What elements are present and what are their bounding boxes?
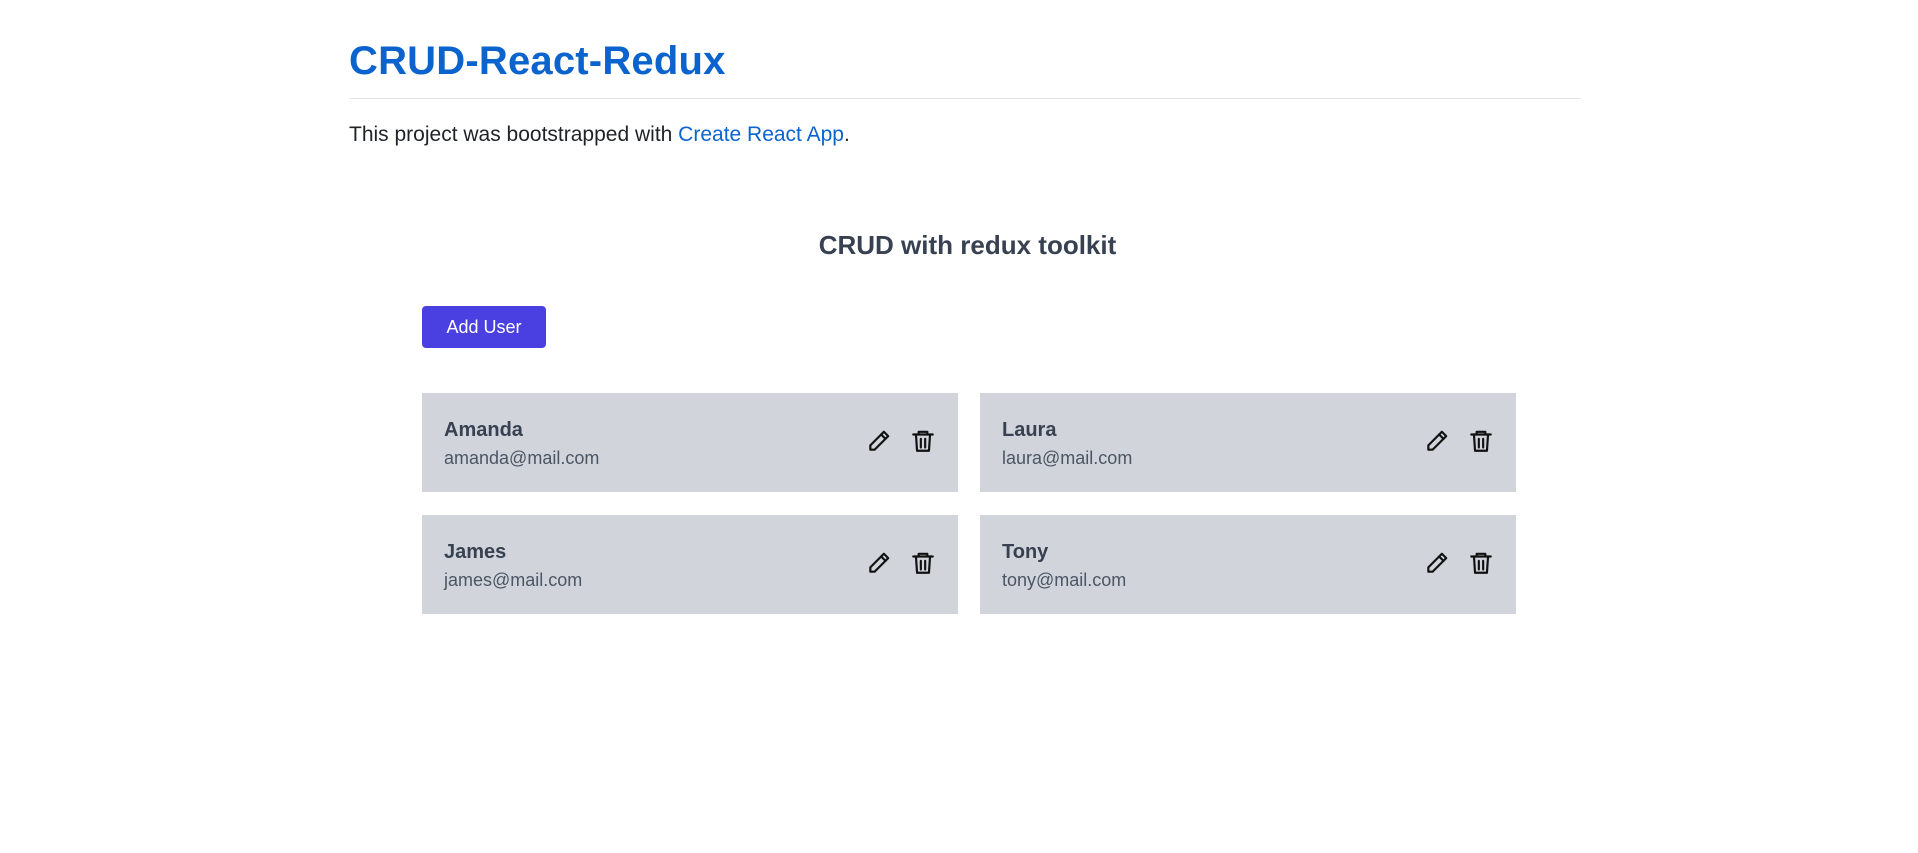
trash-icon[interactable] <box>910 549 936 577</box>
user-email: laura@mail.com <box>1002 448 1133 468</box>
app-title: CRUD with redux toolkit <box>818 230 1117 260</box>
user-email: amanda@mail.com <box>444 448 600 468</box>
readme-text-after-link: . <box>843 123 850 146</box>
user-card: Amanda amanda@mail.com <box>422 393 958 492</box>
user-card: Laura laura@mail.com <box>980 393 1516 492</box>
user-name: Laura <box>1002 419 1057 441</box>
add-user-button[interactable]: Add User <box>422 306 546 348</box>
user-email: james@mail.com <box>444 570 583 590</box>
pencil-icon[interactable] <box>1424 549 1450 577</box>
trash-icon[interactable] <box>1468 427 1494 455</box>
trash-icon[interactable] <box>910 427 936 455</box>
readme-text-before-link: This project was bootstrapped with <box>349 123 679 146</box>
user-email: tony@mail.com <box>1002 570 1127 590</box>
user-name: James <box>444 541 507 563</box>
user-name: Amanda <box>444 419 523 441</box>
readme-title: CRUD-React-Redux <box>349 0 1581 99</box>
trash-icon[interactable] <box>1468 549 1494 577</box>
pencil-icon[interactable] <box>866 549 892 577</box>
card-actions <box>866 549 936 577</box>
user-card: James james@mail.com <box>422 515 958 614</box>
user-name: Tony <box>1002 541 1049 563</box>
user-card: Tony tony@mail.com <box>980 515 1516 614</box>
card-actions <box>1424 549 1494 577</box>
card-actions <box>1424 427 1494 455</box>
pencil-icon[interactable] <box>1424 427 1450 455</box>
readme-section: CRUD-React-Redux This project was bootst… <box>349 0 1581 149</box>
card-actions <box>866 427 936 455</box>
readme-description: This project was bootstrapped with Creat… <box>349 121 1581 149</box>
pencil-icon[interactable] <box>866 427 892 455</box>
create-react-app-link[interactable]: Create React App <box>678 123 844 146</box>
